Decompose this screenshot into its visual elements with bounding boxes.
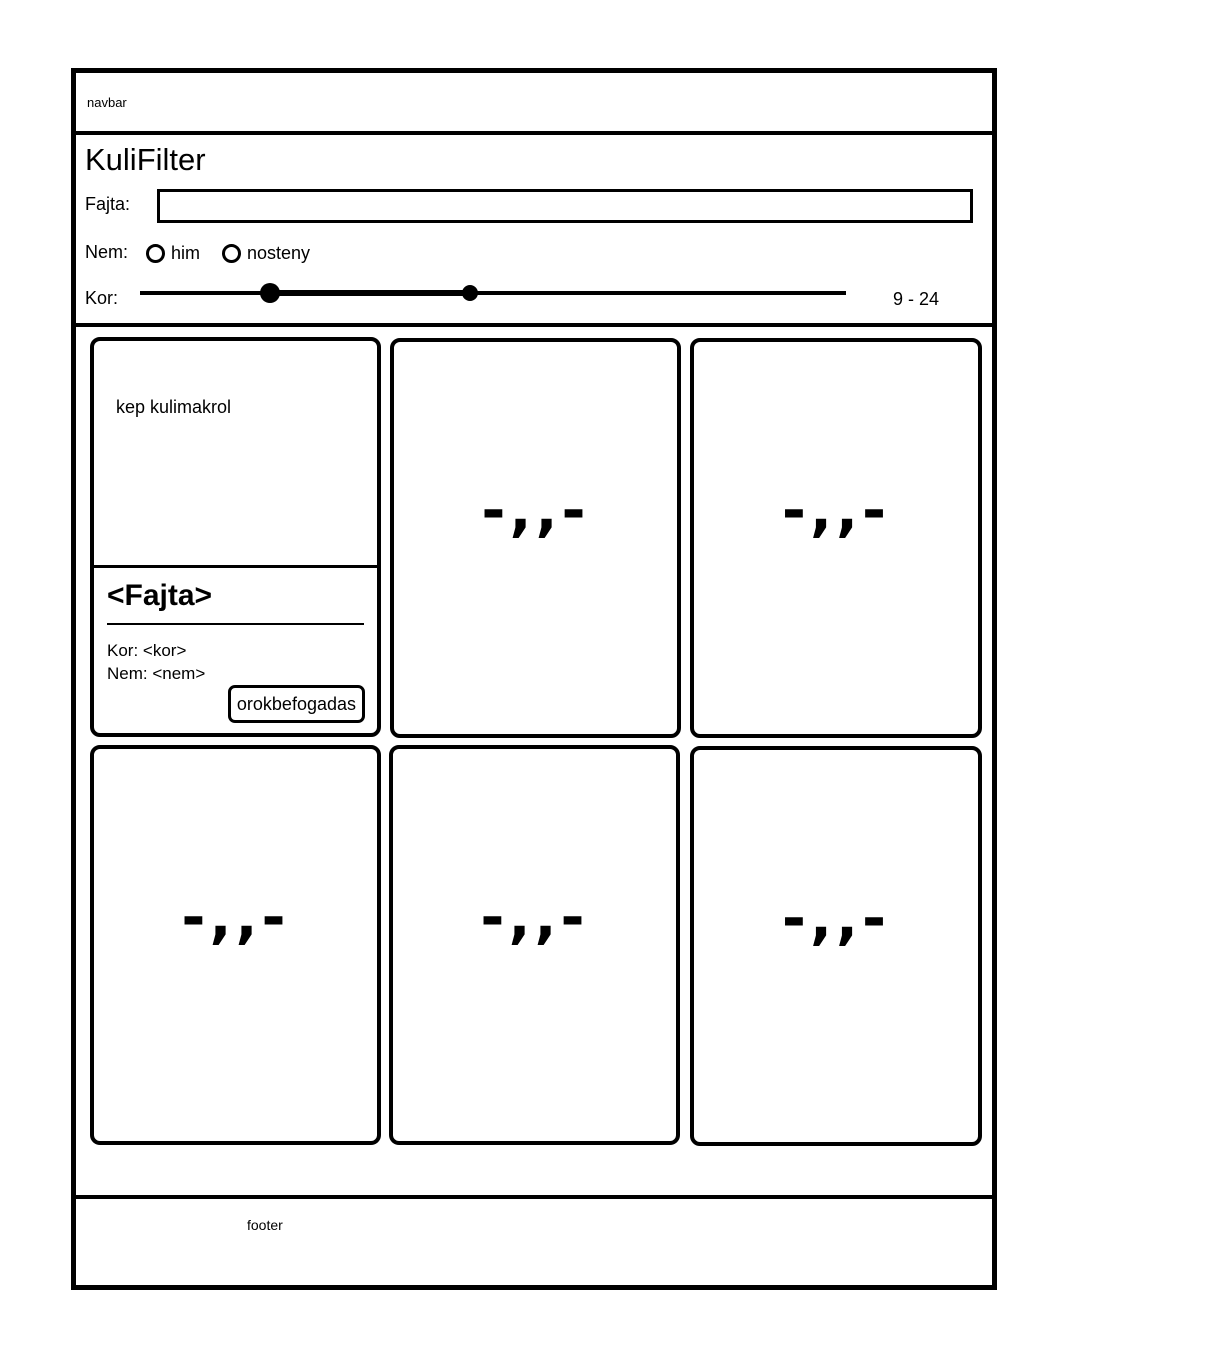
navbar-label: navbar xyxy=(87,95,127,110)
page-frame: navbar KuliFilter Fajta: Nem: him nosten… xyxy=(71,68,997,1290)
pet-breed: <Fajta> xyxy=(107,579,213,612)
pet-card: kep kulimakrol <Fajta> Kor: <kor> Nem: <… xyxy=(90,337,381,737)
radio-nosteny-label: nosteny xyxy=(247,243,311,263)
pet-card-placeholder: -,,- xyxy=(390,338,681,738)
age-range-value: 9 - 24 xyxy=(893,289,940,309)
placeholder-face: -,,- xyxy=(480,883,589,951)
pet-image-label: kep kulimakrol xyxy=(116,397,232,417)
placeholder-face: -,,- xyxy=(781,476,891,544)
radio-circle-icon[interactable] xyxy=(222,244,241,263)
radio-him-label: him xyxy=(171,243,201,263)
age-range-slider[interactable] xyxy=(140,283,846,303)
navbar: navbar xyxy=(76,73,992,135)
placeholder-face: -,,- xyxy=(781,884,891,952)
breed-input[interactable] xyxy=(157,189,973,223)
pet-sex: Nem: <nem> xyxy=(107,664,206,683)
sex-label: Nem: xyxy=(85,242,129,262)
radio-him[interactable]: him xyxy=(146,243,200,264)
age-max-handle[interactable] xyxy=(462,285,478,301)
radio-nosteny[interactable]: nosteny xyxy=(222,243,310,264)
radio-circle-icon[interactable] xyxy=(146,244,165,263)
filter-panel: KuliFilter Fajta: Nem: him nosteny Kor: … xyxy=(76,135,992,327)
footer: footer xyxy=(76,1195,992,1285)
placeholder-face: -,,- xyxy=(481,476,590,544)
placeholder-face: -,,- xyxy=(181,883,290,951)
pet-card-placeholder: -,,- xyxy=(690,746,982,1146)
pet-card-placeholder: -,,- xyxy=(90,745,381,1145)
age-label: Kor: xyxy=(85,288,119,308)
age-range-selected xyxy=(270,290,470,296)
breed-label: Fajta: xyxy=(85,194,131,214)
adopt-button[interactable]: orokbefogadas xyxy=(227,685,365,723)
age-min-handle[interactable] xyxy=(260,283,280,303)
page-title: KuliFilter xyxy=(85,142,206,177)
pet-image: kep kulimakrol xyxy=(94,341,377,568)
pet-card-placeholder: -,,- xyxy=(690,338,982,738)
card-divider xyxy=(107,623,364,625)
pet-age: Kor: <kor> xyxy=(107,641,187,660)
footer-label: footer xyxy=(247,1217,283,1233)
pet-card-placeholder: -,,- xyxy=(389,745,680,1145)
